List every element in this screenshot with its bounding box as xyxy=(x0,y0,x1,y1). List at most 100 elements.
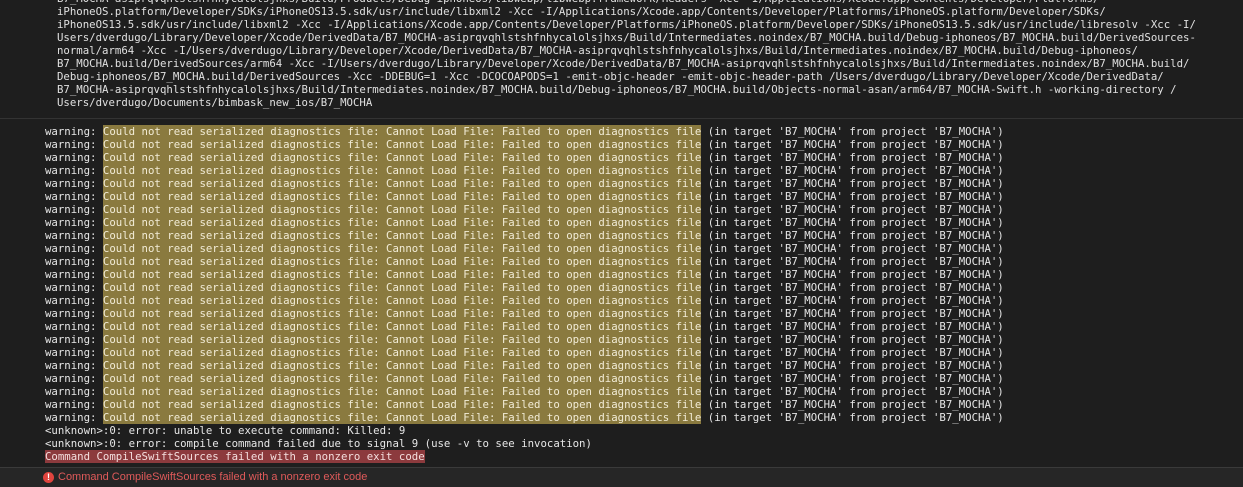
warning-line[interactable]: warning: Could not read serialized diagn… xyxy=(45,125,1235,138)
warning-target: (in target 'B7_MOCHA' from project 'B7_M… xyxy=(701,151,1004,164)
warning-prefix: warning: xyxy=(45,125,103,138)
warning-target: (in target 'B7_MOCHA' from project 'B7_M… xyxy=(701,307,1004,320)
warning-prefix: warning: xyxy=(45,281,103,294)
warning-prefix: warning: xyxy=(45,398,103,411)
warning-target: (in target 'B7_MOCHA' from project 'B7_M… xyxy=(701,411,1004,424)
warning-line[interactable]: warning: Could not read serialized diagn… xyxy=(45,372,1235,385)
warning-prefix: warning: xyxy=(45,372,103,385)
warning-line[interactable]: warning: Could not read serialized diagn… xyxy=(45,359,1235,372)
warning-prefix: warning: xyxy=(45,138,103,151)
warning-line[interactable]: warning: Could not read serialized diagn… xyxy=(45,138,1235,151)
warning-prefix: warning: xyxy=(45,307,103,320)
warning-prefix: warning: xyxy=(45,190,103,203)
warning-message-highlight: Could not read serialized diagnostics fi… xyxy=(102,333,702,346)
warning-message-highlight: Could not read serialized diagnostics fi… xyxy=(102,411,702,424)
warning-line[interactable]: warning: Could not read serialized diagn… xyxy=(45,346,1235,359)
build-status-bar[interactable]: ! Command CompileSwiftSources failed wit… xyxy=(0,467,1243,487)
warning-message-highlight: Could not read serialized diagnostics fi… xyxy=(102,138,702,151)
build-log-panel: B7_MOCHA-asiprqvqhlstshfnhycalolsjhxs/Bu… xyxy=(0,0,1243,487)
warning-message-highlight: Could not read serialized diagnostics fi… xyxy=(102,281,702,294)
warning-target: (in target 'B7_MOCHA' from project 'B7_M… xyxy=(701,177,1004,190)
warning-target: (in target 'B7_MOCHA' from project 'B7_M… xyxy=(701,346,1004,359)
warning-line[interactable]: warning: Could not read serialized diagn… xyxy=(45,294,1235,307)
warning-line[interactable]: warning: Could not read serialized diagn… xyxy=(45,177,1235,190)
warning-target: (in target 'B7_MOCHA' from project 'B7_M… xyxy=(701,294,1004,307)
warning-prefix: warning: xyxy=(45,151,103,164)
warning-prefix: warning: xyxy=(45,294,103,307)
warning-line[interactable]: warning: Could not read serialized diagn… xyxy=(45,164,1235,177)
warning-message-highlight: Could not read serialized diagnostics fi… xyxy=(102,372,702,385)
warning-message-highlight: Could not read serialized diagnostics fi… xyxy=(102,294,702,307)
warning-line[interactable]: warning: Could not read serialized diagn… xyxy=(45,320,1235,333)
warning-line[interactable]: warning: Could not read serialized diagn… xyxy=(45,151,1235,164)
warning-prefix: warning: xyxy=(45,411,103,424)
warning-message-highlight: Could not read serialized diagnostics fi… xyxy=(102,229,702,242)
warning-target: (in target 'B7_MOCHA' from project 'B7_M… xyxy=(701,229,1004,242)
warning-prefix: warning: xyxy=(45,333,103,346)
warning-message-highlight: Could not read serialized diagnostics fi… xyxy=(102,125,702,138)
warning-message-highlight: Could not read serialized diagnostics fi… xyxy=(102,190,702,203)
build-log-output: warning: Could not read serialized diagn… xyxy=(45,125,1235,463)
error-line: <unknown>:0: error: unable to execute co… xyxy=(45,424,406,437)
warning-line[interactable]: warning: Could not read serialized diagn… xyxy=(45,411,1235,424)
warning-message-highlight: Could not read serialized diagnostics fi… xyxy=(102,320,702,333)
log-separator xyxy=(0,118,1243,119)
warning-message-highlight: Could not read serialized diagnostics fi… xyxy=(102,242,702,255)
build-status-text: Command CompileSwiftSources failed with … xyxy=(58,471,368,483)
failure-highlight[interactable]: Command CompileSwiftSources failed with … xyxy=(45,450,425,463)
warning-prefix: warning: xyxy=(45,320,103,333)
warning-message-highlight: Could not read serialized diagnostics fi… xyxy=(102,177,702,190)
warning-line[interactable]: warning: Could not read serialized diagn… xyxy=(45,333,1235,346)
warning-target: (in target 'B7_MOCHA' from project 'B7_M… xyxy=(701,138,1004,151)
warning-message-highlight: Could not read serialized diagnostics fi… xyxy=(102,346,702,359)
warning-line[interactable]: warning: Could not read serialized diagn… xyxy=(45,242,1235,255)
warning-message-highlight: Could not read serialized diagnostics fi… xyxy=(102,255,702,268)
warning-message-highlight: Could not read serialized diagnostics fi… xyxy=(102,359,702,372)
warning-target: (in target 'B7_MOCHA' from project 'B7_M… xyxy=(701,203,1004,216)
error-icon: ! xyxy=(43,472,54,483)
warning-line[interactable]: warning: Could not read serialized diagn… xyxy=(45,398,1235,411)
warning-line[interactable]: warning: Could not read serialized diagn… xyxy=(45,385,1235,398)
warning-line[interactable]: warning: Could not read serialized diagn… xyxy=(45,268,1235,281)
warning-target: (in target 'B7_MOCHA' from project 'B7_M… xyxy=(701,385,1004,398)
warning-target: (in target 'B7_MOCHA' from project 'B7_M… xyxy=(701,333,1004,346)
warning-target: (in target 'B7_MOCHA' from project 'B7_M… xyxy=(701,359,1004,372)
warning-prefix: warning: xyxy=(45,203,103,216)
warning-target: (in target 'B7_MOCHA' from project 'B7_M… xyxy=(701,242,1004,255)
error-line: <unknown>:0: error: compile command fail… xyxy=(45,437,592,450)
warning-target: (in target 'B7_MOCHA' from project 'B7_M… xyxy=(701,190,1004,203)
warning-prefix: warning: xyxy=(45,359,103,372)
warning-target: (in target 'B7_MOCHA' from project 'B7_M… xyxy=(701,164,1004,177)
warning-prefix: warning: xyxy=(45,164,103,177)
warning-target: (in target 'B7_MOCHA' from project 'B7_M… xyxy=(701,125,1004,138)
warning-message-highlight: Could not read serialized diagnostics fi… xyxy=(102,216,702,229)
warning-prefix: warning: xyxy=(45,242,103,255)
warning-message-highlight: Could not read serialized diagnostics fi… xyxy=(102,151,702,164)
warning-target: (in target 'B7_MOCHA' from project 'B7_M… xyxy=(701,398,1004,411)
warning-target: (in target 'B7_MOCHA' from project 'B7_M… xyxy=(701,320,1004,333)
warning-target: (in target 'B7_MOCHA' from project 'B7_M… xyxy=(701,216,1004,229)
warning-target: (in target 'B7_MOCHA' from project 'B7_M… xyxy=(701,268,1004,281)
warning-line[interactable]: warning: Could not read serialized diagn… xyxy=(45,203,1235,216)
warning-line[interactable]: warning: Could not read serialized diagn… xyxy=(45,229,1235,242)
warning-prefix: warning: xyxy=(45,255,103,268)
warning-line[interactable]: warning: Could not read serialized diagn… xyxy=(45,216,1235,229)
warning-target: (in target 'B7_MOCHA' from project 'B7_M… xyxy=(701,255,1004,268)
warning-message-highlight: Could not read serialized diagnostics fi… xyxy=(102,398,702,411)
warning-message-highlight: Could not read serialized diagnostics fi… xyxy=(102,385,702,398)
warning-prefix: warning: xyxy=(45,346,103,359)
warning-prefix: warning: xyxy=(45,385,103,398)
warning-prefix: warning: xyxy=(45,229,103,242)
warning-target: (in target 'B7_MOCHA' from project 'B7_M… xyxy=(701,372,1004,385)
warning-prefix: warning: xyxy=(45,268,103,281)
warning-line[interactable]: warning: Could not read serialized diagn… xyxy=(45,190,1235,203)
warning-line[interactable]: warning: Could not read serialized diagn… xyxy=(45,307,1235,320)
warning-target: (in target 'B7_MOCHA' from project 'B7_M… xyxy=(701,281,1004,294)
warning-message-highlight: Could not read serialized diagnostics fi… xyxy=(102,268,702,281)
warning-line[interactable]: warning: Could not read serialized diagn… xyxy=(45,281,1235,294)
warning-message-highlight: Could not read serialized diagnostics fi… xyxy=(102,307,702,320)
warning-line[interactable]: warning: Could not read serialized diagn… xyxy=(45,255,1235,268)
warning-list: warning: Could not read serialized diagn… xyxy=(45,125,1235,424)
failure-line: Command CompileSwiftSources failed with … xyxy=(45,450,1235,463)
warning-message-highlight: Could not read serialized diagnostics fi… xyxy=(102,164,702,177)
